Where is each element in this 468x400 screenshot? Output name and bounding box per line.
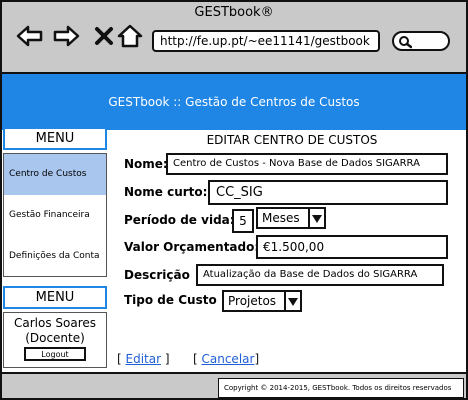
window-frame (0, 0, 468, 400)
